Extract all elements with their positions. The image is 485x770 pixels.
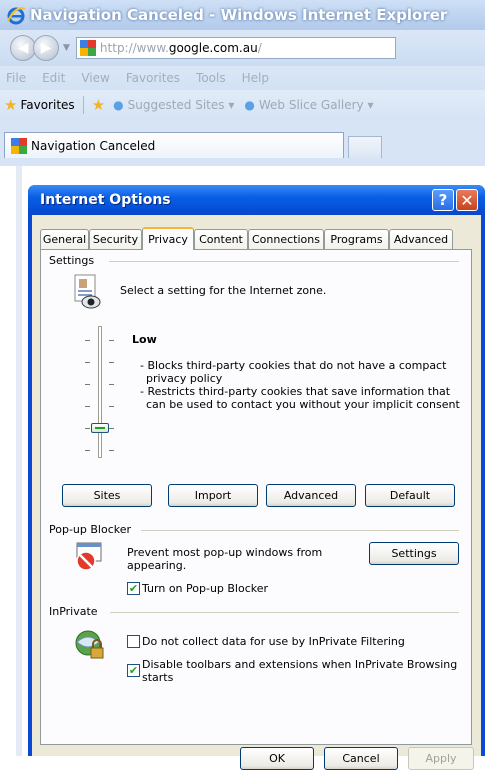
menu-bar: File Edit View Favorites Tools Help (0, 66, 485, 90)
menu-edit[interactable]: Edit (42, 71, 65, 85)
new-tab-button[interactable] (348, 136, 382, 158)
favorites-bar: ★ Favorites ★ ● Suggested Sites ▾ ● Web … (0, 90, 485, 120)
slider-tick (109, 428, 114, 429)
favorites-star-icon: ★ (4, 96, 18, 114)
tab-security[interactable]: Security (89, 229, 142, 249)
internet-explorer-icon (7, 7, 26, 25)
recent-pages-dropdown-icon[interactable]: ▼ (63, 43, 70, 53)
internet-options-dialog: Internet Options ? ✕ General Security Pr… (28, 185, 485, 770)
check-icon: ✔ (128, 582, 139, 595)
help-icon: ? (438, 191, 448, 209)
menu-file[interactable]: File (6, 71, 26, 85)
browser-tab-title: Navigation Canceled (31, 138, 156, 153)
slider-tick (85, 450, 90, 451)
slider-tick (109, 362, 114, 363)
inprivate-filtering-checkbox[interactable] (127, 635, 140, 648)
inprivate-group-label: InPrivate (49, 605, 102, 618)
tab-general[interactable]: General (40, 229, 89, 249)
ok-button[interactable]: OK (240, 747, 314, 770)
privacy-desc-line: - Restricts third-party cookies that sav… (140, 385, 451, 398)
settings-group-label: Settings (49, 254, 99, 267)
browser-tab[interactable]: Navigation Canceled (4, 132, 344, 158)
cancel-button[interactable]: Cancel (324, 747, 398, 770)
slider-tick (85, 362, 90, 363)
privacy-desc-line: - Blocks third-party cookies that do not… (140, 359, 447, 372)
address-text: http://www.google.com.au/ (99, 41, 262, 55)
slider-tick (109, 384, 114, 385)
popup-blocker-icon (76, 542, 102, 571)
privacy-tab-panel: Settings Select a setting for the Intern… (40, 249, 472, 745)
close-icon: ✕ (460, 190, 474, 210)
privacy-desc-line: privacy policy (146, 372, 223, 385)
popup-blocker-checkbox[interactable]: ✔ (127, 582, 140, 595)
privacy-level-label: Low (132, 333, 157, 346)
popup-group-label: Pop-up Blocker (49, 523, 136, 536)
disable-toolbars-label[interactable]: starts (142, 671, 173, 684)
menu-view[interactable]: View (81, 71, 109, 85)
popup-description-line: appearing. (127, 559, 187, 572)
menu-tools[interactable]: Tools (196, 71, 226, 85)
check-icon: ✔ (128, 664, 139, 677)
suggested-sites-link[interactable]: ● Suggested Sites ▾ (113, 98, 234, 112)
slider-tick (85, 406, 90, 407)
address-bar[interactable]: http://www.google.com.au/ (75, 37, 396, 59)
inprivate-icon (75, 630, 104, 659)
privacy-slider-track[interactable] (98, 326, 102, 458)
help-button[interactable]: ? (432, 189, 454, 211)
disable-toolbars-label[interactable]: Disable toolbars and extensions when InP… (142, 658, 457, 671)
tab-privacy[interactable]: Privacy (142, 227, 194, 250)
import-button[interactable]: Import (168, 484, 258, 507)
popup-group-line (141, 530, 459, 531)
apply-button[interactable]: Apply (408, 747, 474, 770)
settings-group-line (109, 261, 459, 262)
popup-blocker-checkbox-label[interactable]: Turn on Pop-up Blocker (142, 582, 268, 595)
ie-page-icon: ● (244, 98, 255, 112)
inprivate-filtering-label[interactable]: Do not collect data for use by InPrivate… (142, 635, 405, 648)
page-left-edge (16, 166, 22, 756)
menu-help[interactable]: Help (242, 71, 269, 85)
dialog-body: General Security Privacy Content Connect… (32, 215, 481, 770)
slider-tick (109, 450, 114, 451)
popup-description-line: Prevent most pop-up windows from (127, 546, 323, 559)
settings-intro-text: Select a setting for the Internet zone. (120, 284, 327, 297)
forward-button[interactable]: ▶ (33, 35, 59, 61)
tab-strip: General Security Privacy Content Connect… (40, 227, 480, 250)
slider-tick (109, 406, 114, 407)
slider-tick (85, 340, 90, 341)
add-to-favorites-icon[interactable]: ★ (92, 96, 105, 114)
disable-toolbars-checkbox[interactable]: ✔ (127, 664, 140, 677)
slider-tick (109, 340, 114, 341)
address-row: ◀ ▶ ▼ http://www.google.com.au/ (0, 30, 485, 66)
ie-page-icon: ● (113, 98, 124, 112)
privacy-slider-thumb[interactable] (91, 423, 109, 433)
tab-programs[interactable]: Programs (324, 229, 389, 249)
privacy-desc-line: can be used to contact you without your … (146, 398, 460, 411)
browser-title-bar[interactable]: Navigation Canceled - Windows Internet E… (0, 0, 485, 30)
google-favicon-icon (79, 40, 96, 56)
default-button[interactable]: Default (365, 484, 455, 507)
popup-settings-button[interactable]: Settings (369, 542, 459, 565)
dialog-title-bar[interactable]: Internet Options ? ✕ (28, 185, 485, 215)
privacy-eye-icon (74, 274, 101, 309)
favorites-separator (82, 96, 84, 114)
forward-arrow-icon: ▶ (40, 40, 52, 56)
google-favicon-icon (11, 137, 27, 154)
inprivate-group-line (110, 612, 459, 613)
tab-content[interactable]: Content (194, 229, 248, 249)
advanced-button[interactable]: Advanced (266, 484, 356, 507)
favorites-button[interactable]: ★ Favorites (4, 96, 75, 114)
sites-button[interactable]: Sites (62, 484, 152, 507)
back-arrow-icon: ◀ (17, 40, 29, 56)
close-button[interactable]: ✕ (456, 189, 478, 211)
dialog-title: Internet Options (40, 192, 171, 208)
menu-favorites[interactable]: Favorites (126, 71, 180, 85)
slider-tick (85, 384, 90, 385)
favorites-label: Favorites (20, 98, 75, 112)
tab-advanced[interactable]: Advanced (389, 229, 453, 249)
slider-tick (85, 428, 90, 429)
browser-window-title: Navigation Canceled - Windows Internet E… (30, 6, 448, 24)
web-slice-gallery-link[interactable]: ● Web Slice Gallery ▾ (244, 98, 373, 112)
browser-tab-row: Navigation Canceled (0, 120, 485, 166)
tab-connections[interactable]: Connections (248, 229, 324, 249)
